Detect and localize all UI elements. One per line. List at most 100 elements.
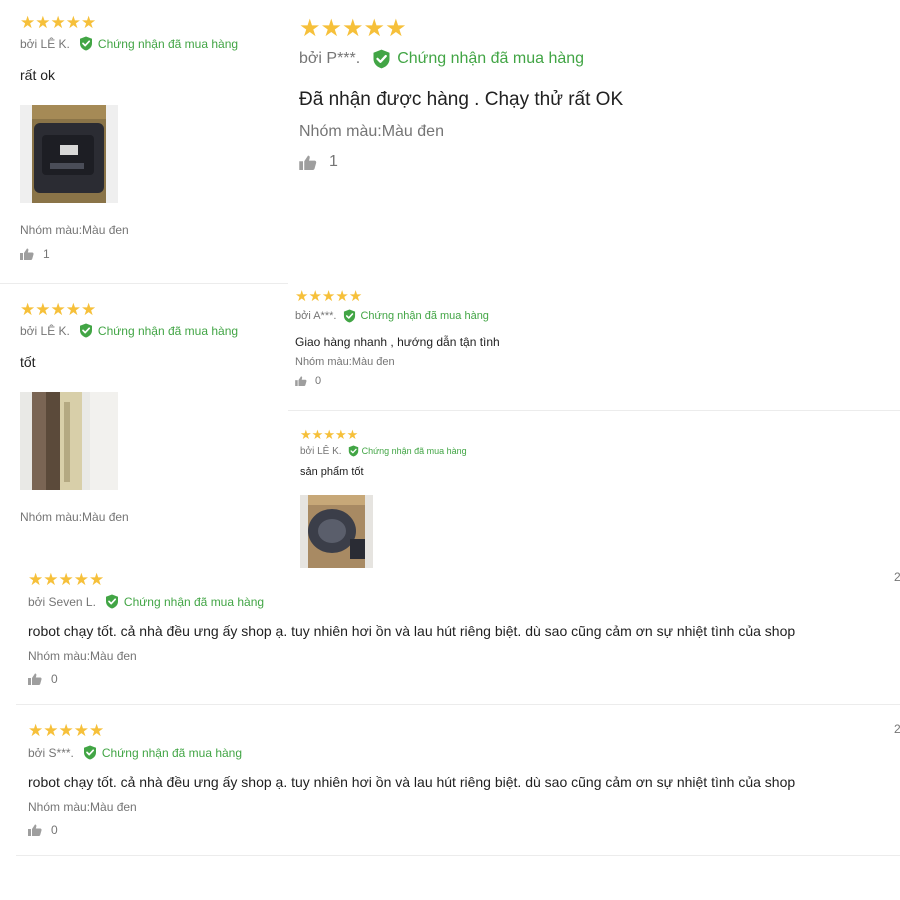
star-icon: ★ bbox=[43, 570, 59, 589]
review-author: bởi P***. bbox=[299, 50, 361, 67]
star-icon: ★ bbox=[43, 721, 59, 740]
star-rating: ★ ★ ★ ★ ★ bbox=[300, 428, 600, 441]
like-count: 0 bbox=[51, 823, 58, 837]
review-card: ★ ★ ★ ★ ★ bởi A***. Chứng nhận đã mua hàng G… bbox=[295, 289, 855, 399]
verified-check-icon bbox=[344, 309, 356, 323]
verified-purchase-badge: Chứng nhận đã mua hàng bbox=[83, 745, 242, 760]
thumbs-up-icon bbox=[299, 155, 317, 170]
star-icon: ★ bbox=[299, 15, 321, 42]
review-card: ★ ★ ★ ★ ★ bởi S***. Chứng nhận đã mua hàng r… bbox=[28, 722, 888, 842]
star-icon: ★ bbox=[28, 721, 44, 740]
star-icon: ★ bbox=[20, 300, 36, 319]
verified-purchase-badge: Chứng nhận đã mua hàng bbox=[343, 309, 489, 323]
like-button[interactable]: 0 bbox=[295, 375, 855, 387]
review-card: ★ ★ ★ ★ ★ bởi LÊ K. Chứng nhận đã mua hàng r… bbox=[20, 14, 280, 276]
like-button[interactable]: 0 bbox=[28, 672, 888, 686]
verified-check-icon bbox=[105, 594, 118, 609]
divider bbox=[288, 410, 900, 411]
like-button[interactable]: 0 bbox=[28, 823, 888, 837]
star-icon: ★ bbox=[323, 427, 335, 442]
star-icon: ★ bbox=[50, 300, 66, 319]
verified-check-icon bbox=[79, 36, 92, 51]
like-button[interactable]: 1 bbox=[20, 247, 50, 261]
review-author: bởi LÊ K. bbox=[300, 445, 342, 457]
verified-check-icon bbox=[79, 323, 92, 338]
star-rating: ★ ★ ★ ★ ★ bbox=[20, 14, 280, 31]
star-icon: ★ bbox=[321, 288, 336, 305]
verified-label: Chứng nhận đã mua hàng bbox=[97, 36, 239, 51]
verified-label: Chứng nhận đã mua hàng bbox=[101, 745, 243, 760]
divider bbox=[16, 855, 900, 856]
like-button[interactable]: 1 bbox=[299, 153, 859, 171]
star-rating: ★ ★ ★ ★ ★ bbox=[299, 17, 859, 41]
verified-label: Chứng nhận đã mua hàng bbox=[360, 310, 489, 322]
star-icon: ★ bbox=[58, 721, 74, 740]
star-icon: ★ bbox=[35, 13, 51, 32]
verified-check-icon bbox=[373, 49, 390, 69]
review-photo bbox=[20, 392, 118, 490]
review-photo-thumbnail[interactable] bbox=[20, 105, 118, 203]
review-variant: Nhóm màu:Màu đen bbox=[295, 356, 395, 368]
divider bbox=[16, 704, 900, 705]
review-photo-thumbnail[interactable] bbox=[20, 392, 118, 490]
star-icon: ★ bbox=[50, 13, 66, 32]
review-card: ★ ★ ★ ★ ★ bởi Seven L. Chứng nhận đã mua hàn… bbox=[28, 571, 888, 691]
thumbs-up-icon bbox=[295, 376, 307, 386]
star-icon: ★ bbox=[363, 15, 386, 42]
star-rating: ★ ★ ★ ★ ★ bbox=[295, 289, 855, 304]
review-variant: Nhóm màu:Màu đen bbox=[20, 223, 129, 237]
star-icon: ★ bbox=[28, 570, 44, 589]
like-count: 0 bbox=[315, 375, 322, 387]
star-icon: ★ bbox=[346, 427, 359, 442]
star-icon: ★ bbox=[89, 721, 105, 740]
review-content: tốt bbox=[20, 354, 36, 370]
review-author: bởi Seven L. bbox=[28, 594, 96, 609]
verified-purchase-badge: Chứng nhận đã mua hàng bbox=[79, 36, 238, 51]
verified-purchase-badge: Chứng nhận đã mua hàng bbox=[79, 323, 238, 338]
review-variant: Nhóm màu:Màu đen bbox=[20, 510, 129, 524]
star-rating: ★ ★ ★ ★ ★ bbox=[20, 301, 280, 318]
star-icon: ★ bbox=[342, 15, 364, 42]
star-icon: ★ bbox=[81, 300, 97, 319]
review-content: robot chạy tốt. cả nhà đều ưng ấy shop ạ… bbox=[28, 623, 796, 639]
verified-label: Chứng nhận đã mua hàng bbox=[97, 323, 239, 338]
review-date: 2 bbox=[894, 570, 900, 584]
review-variant: Nhóm màu:Màu đen bbox=[28, 649, 137, 663]
star-icon: ★ bbox=[58, 570, 74, 589]
star-rating: ★ ★ ★ ★ ★ bbox=[28, 722, 888, 739]
verified-check-icon bbox=[348, 445, 358, 457]
like-count: 0 bbox=[51, 672, 58, 686]
review-content: sản phẩm tốt bbox=[300, 466, 364, 478]
star-icon: ★ bbox=[35, 300, 51, 319]
review-card: ★ ★ ★ ★ ★ bởi LÊ K. Chứng nhận đã mua hàng t… bbox=[20, 301, 280, 531]
review-variant: Nhóm màu:Màu đen bbox=[299, 123, 444, 140]
verified-label: Chứng nhận đã mua hàng bbox=[361, 446, 467, 456]
verified-purchase-badge: Chứng nhận đã mua hàng bbox=[105, 594, 264, 609]
review-content: Đã nhận được hàng . Chạy thử rất OK bbox=[299, 89, 624, 110]
like-count: 1 bbox=[329, 153, 338, 170]
star-icon: ★ bbox=[295, 288, 309, 305]
review-date: 2 bbox=[894, 722, 900, 736]
review-author: bởi LÊ K. bbox=[20, 36, 70, 51]
review-author: bởi S***. bbox=[28, 745, 74, 760]
star-icon: ★ bbox=[89, 570, 105, 589]
star-icon: ★ bbox=[65, 300, 81, 319]
verified-check-icon bbox=[83, 745, 96, 760]
review-card: ★ ★ ★ ★ ★ bởi P***. Chứng nhận đã mua hàng Đ… bbox=[299, 17, 859, 187]
star-rating: ★ ★ ★ ★ ★ bbox=[28, 571, 888, 588]
like-count: 1 bbox=[43, 247, 50, 261]
verified-purchase-badge: Chứng nhận đã mua hàng bbox=[348, 445, 467, 457]
star-icon: ★ bbox=[81, 13, 97, 32]
review-photo-thumbnail[interactable] bbox=[300, 495, 373, 568]
star-icon: ★ bbox=[320, 15, 343, 42]
divider bbox=[0, 283, 288, 284]
review-content: Giao hàng nhanh , hướng dẫn tận tình bbox=[295, 335, 500, 349]
star-icon: ★ bbox=[300, 427, 312, 442]
review-card: ★ ★ ★ ★ ★ bởi LÊ K. Chứng nhận đã mua hàng s… bbox=[300, 428, 600, 570]
star-icon: ★ bbox=[335, 288, 349, 305]
review-author: bởi A***. bbox=[295, 310, 337, 322]
star-icon: ★ bbox=[385, 15, 407, 42]
thumbs-up-icon bbox=[28, 673, 42, 685]
thumbs-up-icon bbox=[20, 248, 34, 260]
review-content: robot chạy tốt. cả nhà đều ưng ấy shop ạ… bbox=[28, 774, 796, 790]
